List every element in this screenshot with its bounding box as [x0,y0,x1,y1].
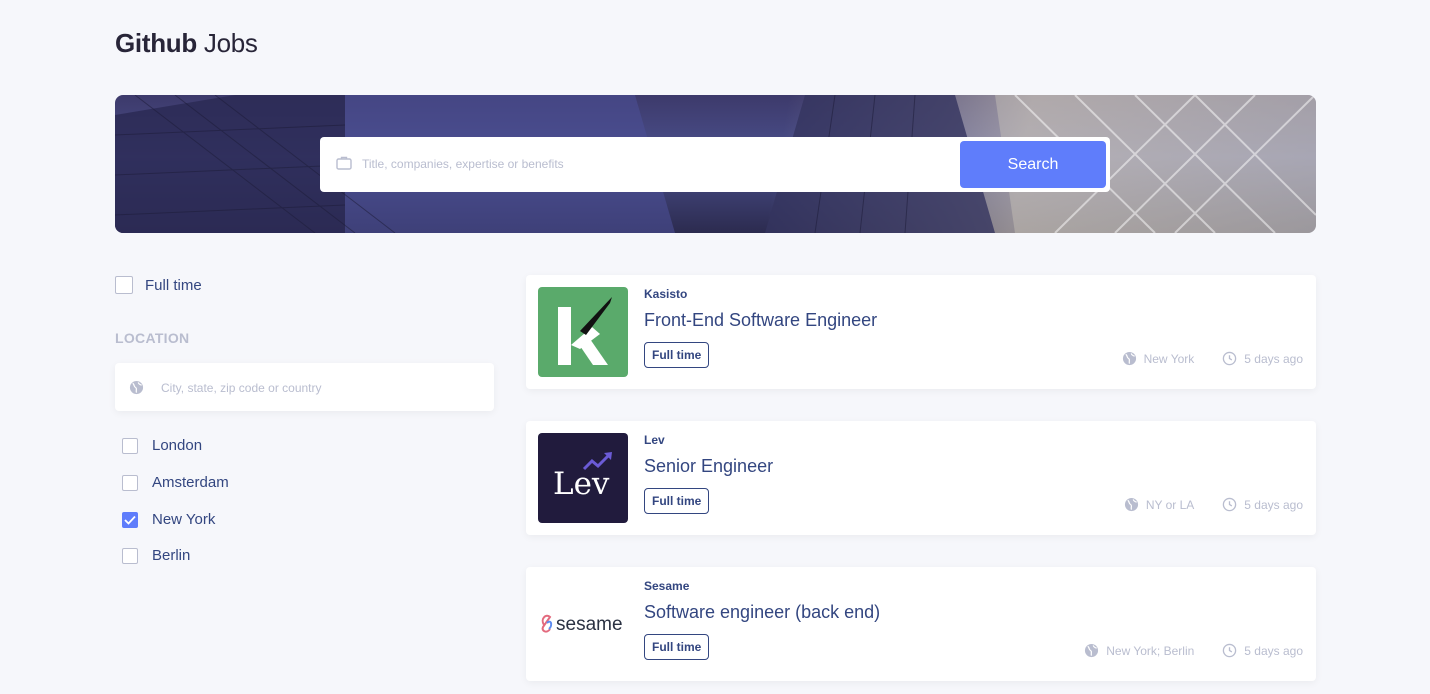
job-meta: New York; Berlin 5 days ago [1084,643,1303,658]
svg-text:Lev: Lev [553,466,610,502]
location-option-new-york[interactable]: New York [122,511,215,528]
job-card[interactable]: Kasisto Front-End Software Engineer Full… [526,275,1316,389]
job-meta: New York 5 days ago [1122,351,1303,366]
clock-icon [1223,351,1237,366]
globe-icon [1124,497,1138,512]
company-name: Kasisto [644,287,688,301]
job-posted: 5 days ago [1244,643,1303,658]
title-light: Jobs [203,28,258,58]
job-posted: 5 days ago [1244,351,1303,366]
location-input[interactable] [159,375,483,401]
location-label: Amsterdam [152,474,229,491]
job-title[interactable]: Software engineer (back end) [644,602,880,623]
checkbox-berlin[interactable] [122,547,138,564]
job-location: New York; Berlin [1106,643,1195,658]
location-label: New York [152,511,216,528]
job-type-badge: Full time [644,488,710,514]
location-label: London [152,437,203,454]
job-title[interactable]: Front-End Software Engineer [644,310,877,331]
location-option-amsterdam[interactable]: Amsterdam [122,474,229,491]
full-time-filter[interactable]: Full time [115,276,202,294]
job-card[interactable]: sesame Sesame Software engineer (back en… [526,567,1316,681]
globe-icon [1122,351,1136,366]
company-name: Sesame [644,579,690,593]
job-type-badge: Full time [644,342,710,368]
search-button[interactable]: Search [960,141,1106,188]
job-meta: NY or LA 5 days ago [1124,497,1303,512]
company-name: Lev [644,433,665,447]
clock-icon [1223,643,1237,658]
search-bar: Search [320,137,1110,192]
job-location: NY or LA [1145,497,1195,512]
company-logo: Lev [538,433,628,523]
job-type-badge: Full time [644,634,710,660]
job-title[interactable]: Senior Engineer [644,456,773,477]
globe-icon [129,380,144,400]
search-input[interactable] [360,151,944,177]
checkmark-icon [124,515,136,525]
full-time-checkbox[interactable] [115,276,133,294]
company-logo [538,287,628,377]
checkbox-london[interactable] [122,437,138,454]
job-location: New York [1143,351,1195,366]
location-heading: LOCATION [115,330,190,346]
checkbox-new-york[interactable] [122,511,138,528]
globe-icon [1085,643,1099,658]
page-title: Github Jobs [115,28,258,59]
checkbox-amsterdam[interactable] [122,474,138,491]
briefcase-icon [336,156,352,175]
company-logo: sesame [538,579,628,669]
clock-icon [1223,497,1237,512]
location-option-berlin[interactable]: Berlin [122,547,190,564]
full-time-label: Full time [145,276,202,294]
title-bold: Github [115,28,197,58]
location-search [115,363,494,411]
job-card[interactable]: Lev Lev Senior Engineer Full time NY or … [526,421,1316,535]
job-posted: 5 days ago [1244,497,1303,512]
location-label: Berlin [152,547,191,564]
svg-text:sesame: sesame [556,614,623,635]
location-option-london[interactable]: London [122,437,202,454]
